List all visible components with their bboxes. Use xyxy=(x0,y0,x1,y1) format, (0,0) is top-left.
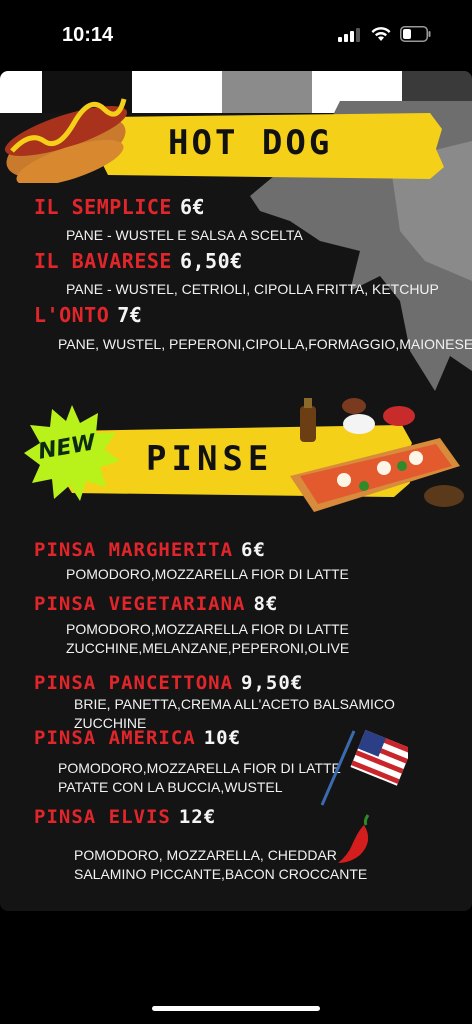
item-description: POMODORO,MOZZARELLA FIOR DI LATTE xyxy=(66,566,349,582)
item-name: PINSA VEGETARIANA xyxy=(34,593,246,615)
menu-item-il-bavarese: IL BAVARESE 6,50€ xyxy=(34,249,243,273)
menu-item-pinsa-america: PINSA AMERICA 10€ xyxy=(34,727,241,749)
item-name: IL SEMPLICE xyxy=(34,195,172,219)
item-name: IL BAVARESE xyxy=(34,249,172,273)
menu-item-pinsa-pancettona: PINSA PANCETTONA 9,50€ xyxy=(34,672,303,694)
item-price: 6€ xyxy=(179,195,206,219)
item-price: 7€ xyxy=(117,303,143,327)
item-name: PINSA AMERICA xyxy=(34,727,196,749)
menu-item-pinsa-elvis: PINSA ELVIS 12€ xyxy=(34,806,216,828)
chili-pepper-icon xyxy=(338,814,370,863)
item-description: PANE - WUSTEL E SALSA A SCELTA xyxy=(66,227,303,243)
menu-item-pinsa-vegetariana: PINSA VEGETARIANA 8€ xyxy=(34,593,278,615)
menu-card: HOT DOG IL SEMPLICE 6€ PANE - WUSTEL E SA… xyxy=(0,71,472,911)
item-name: PINSA PANCETTONA xyxy=(34,672,234,694)
hotdog-section-title: HOT DOG xyxy=(168,123,333,163)
item-description: POMODORO, MOZZARELLA, CHEDDAR xyxy=(74,847,337,863)
item-name: PINSA ELVIS xyxy=(34,806,171,828)
menu-item-pinsa-margherita: PINSA MARGHERITA 6€ xyxy=(34,539,266,561)
pizza-illustration xyxy=(290,398,464,512)
status-time: 10:14 xyxy=(62,24,114,46)
item-description: PATATE CON LA BUCCIA,WUSTEL xyxy=(58,779,283,795)
item-description: POMODORO,MOZZARELLA FIOR DI LATTE xyxy=(66,621,349,637)
usa-flag-icon xyxy=(320,729,408,806)
menu-item-il-semplice: IL SEMPLICE 6€ xyxy=(34,195,205,219)
item-description: BRIE, PANETTA,CREMA ALL'ACETO BALSAMICO xyxy=(74,696,395,712)
item-price: 8€ xyxy=(253,593,279,615)
item-description: PANE - WUSTEL, CETRIOLI, CIPOLLA FRITTA,… xyxy=(66,281,439,297)
status-bar: 10:14 xyxy=(0,0,472,70)
item-description: SALAMINO PICCANTE,BACON CROCCANTE xyxy=(74,866,368,882)
wifi-icon xyxy=(371,27,391,41)
pinse-section-title: PINSE xyxy=(146,439,274,479)
item-price: 12€ xyxy=(178,806,217,828)
checker-tile xyxy=(132,71,222,113)
item-price: 6,50€ xyxy=(179,249,243,273)
item-name: L'ONTO xyxy=(34,303,110,327)
cellular-signal-icon xyxy=(338,28,360,42)
hotdog-illustration xyxy=(4,98,128,183)
item-description: POMODORO,MOZZARELLA FIOR DI LATTE xyxy=(58,760,341,776)
item-description: ZUCCHINE,MELANZANE,PEPERONI,OLIVE xyxy=(66,640,350,656)
home-indicator[interactable] xyxy=(152,1006,320,1011)
item-price: 10€ xyxy=(203,727,242,749)
battery-icon xyxy=(400,26,431,42)
item-name: PINSA MARGHERITA xyxy=(34,539,234,561)
menu-item-l-onto: L'ONTO 7€ xyxy=(34,303,142,327)
item-price: 9,50€ xyxy=(241,672,304,694)
item-price: 6€ xyxy=(241,539,266,561)
item-description: PANE, WUSTEL, PEPERONI,CIPOLLA,FORMAGGIO… xyxy=(58,336,472,352)
